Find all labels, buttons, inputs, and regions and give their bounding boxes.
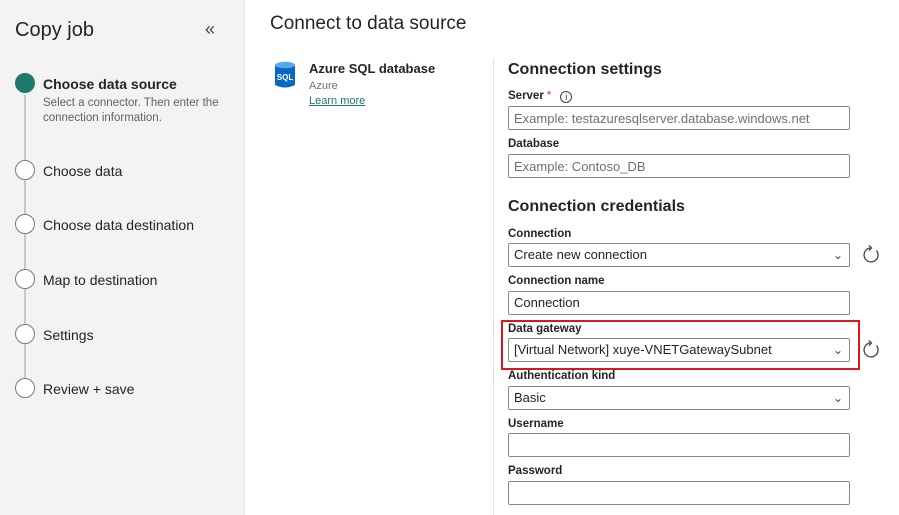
data-gateway-selected-value: [Virtual Network] xuye-VNETGatewaySubnet	[514, 342, 772, 357]
database-field[interactable]	[508, 154, 850, 178]
wizard-sidebar: Copy job « Choose data source Select a c…	[0, 0, 245, 515]
server-field[interactable]	[508, 106, 850, 130]
step-choose-data-destination[interactable]: Choose data destination	[43, 217, 194, 233]
step-indicator-active	[15, 73, 35, 93]
connector-name: Azure SQL database	[309, 61, 436, 76]
sql-database-icon: SQL	[275, 61, 295, 88]
vertical-divider	[493, 58, 494, 515]
server-input[interactable]	[514, 107, 844, 129]
refresh-gateways-icon[interactable]	[861, 340, 881, 360]
step-connector-line	[24, 234, 26, 269]
collapse-sidebar-icon[interactable]: «	[205, 19, 223, 39]
required-marker: *	[546, 90, 552, 102]
chevron-down-icon: ⌄	[832, 391, 843, 405]
database-label: Database	[508, 138, 560, 150]
step-connector-line	[24, 180, 26, 214]
username-field[interactable]	[508, 433, 850, 457]
step-indicator	[15, 269, 35, 289]
connection-selected-value: Create new connection	[514, 247, 647, 262]
refresh-connections-icon[interactable]	[861, 245, 881, 265]
info-icon[interactable]: i	[560, 91, 573, 103]
step-indicator	[15, 378, 35, 398]
step-indicator	[15, 214, 35, 234]
data-gateway-label: Data gateway	[508, 323, 582, 335]
chevron-down-icon: ⌄	[832, 343, 843, 357]
step-description: Select a connector. Then enter the conne…	[43, 97, 219, 124]
step-settings[interactable]: Settings	[43, 327, 94, 343]
step-map-to-destination[interactable]: Map to destination	[43, 272, 157, 288]
server-label-text: Server	[508, 90, 544, 102]
data-gateway-dropdown[interactable]: [Virtual Network] xuye-VNETGatewaySubnet…	[508, 338, 850, 362]
username-input[interactable]	[514, 434, 844, 456]
authentication-kind-dropdown[interactable]: Basic ⌄	[508, 386, 850, 410]
connection-settings-heading: Connection settings	[508, 61, 662, 78]
sql-icon-text: SQL	[277, 73, 294, 82]
step-indicator	[15, 324, 35, 344]
connection-name-label: Connection name	[508, 275, 605, 287]
connector-category: Azure	[309, 80, 338, 92]
copy-job-window: Copy job « Choose data source Select a c…	[0, 0, 899, 515]
step-review-save[interactable]: Review + save	[43, 381, 134, 397]
learn-more-link[interactable]: Learn more	[309, 95, 365, 107]
password-input[interactable]	[514, 482, 844, 504]
username-label: Username	[508, 418, 564, 430]
database-input[interactable]	[514, 155, 844, 177]
step-connector-line	[24, 344, 26, 378]
chevron-down-icon: ⌄	[832, 248, 843, 262]
connection-label: Connection	[508, 228, 572, 240]
connection-name-field[interactable]: Connection	[508, 291, 850, 315]
authentication-kind-value: Basic	[514, 390, 546, 405]
step-indicator	[15, 160, 35, 180]
connection-dropdown[interactable]: Create new connection ⌄	[508, 243, 850, 267]
connection-name-value: Connection	[514, 295, 580, 310]
authentication-kind-label: Authentication kind	[508, 370, 616, 382]
password-field[interactable]	[508, 481, 850, 505]
sidebar-title: Copy job	[15, 19, 94, 41]
page-title: Connect to data source	[270, 13, 467, 34]
step-choose-data-source[interactable]: Choose data source	[43, 76, 177, 92]
server-label: Server * i	[508, 90, 573, 103]
step-connector-line	[24, 289, 26, 324]
password-label: Password	[508, 465, 563, 477]
connection-credentials-heading: Connection credentials	[508, 198, 685, 215]
step-connector-line	[24, 95, 26, 161]
step-choose-data[interactable]: Choose data	[43, 163, 122, 179]
